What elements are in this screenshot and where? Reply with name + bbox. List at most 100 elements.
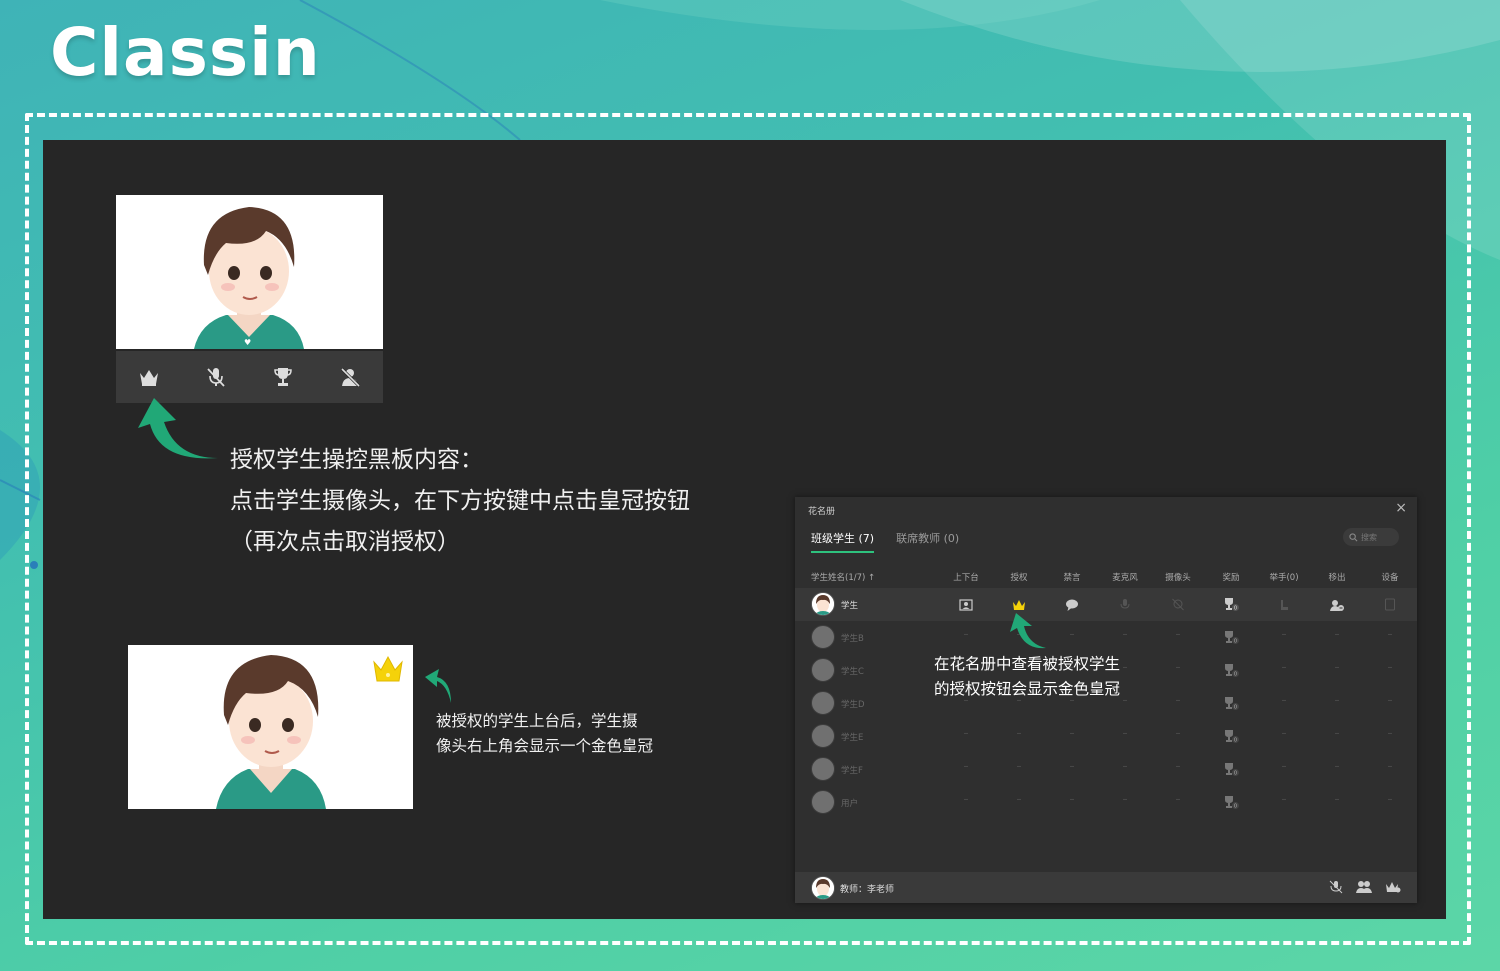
placeholder-dash: – xyxy=(1122,695,1128,706)
placeholder-dash: – xyxy=(1069,728,1075,739)
chat-bubble-icon[interactable] xyxy=(1066,596,1079,615)
footer-actions xyxy=(1329,880,1401,894)
table-row[interactable]: 学生B – – – – – 0 – – – xyxy=(795,621,1417,654)
trophy-icon[interactable]: 0 xyxy=(1223,695,1239,714)
placeholder-dash: – xyxy=(1334,662,1340,673)
reward-count: 0 xyxy=(1234,672,1237,678)
trophy-icon[interactable] xyxy=(270,364,296,390)
reward-count: 0 xyxy=(1234,771,1237,777)
avatar xyxy=(811,625,835,649)
trophy-icon[interactable]: 0 xyxy=(1223,596,1239,615)
instruction-line: 点击学生摄像头，在下方按键中点击皇冠按钮 xyxy=(230,488,690,514)
search-input[interactable]: 搜索 xyxy=(1343,528,1399,546)
camera-off-icon[interactable] xyxy=(1172,596,1185,615)
avatar xyxy=(811,658,835,682)
device-icon[interactable] xyxy=(1385,596,1396,615)
placeholder-dash: – xyxy=(1281,728,1287,739)
reward-count: 0 xyxy=(1234,606,1237,612)
placeholder-dash: – xyxy=(1175,761,1181,772)
col-reward: 奖励 xyxy=(1222,573,1240,583)
placeholder-dash: – xyxy=(1281,662,1287,673)
remove-user-icon[interactable] xyxy=(1330,596,1344,615)
placeholder-dash: – xyxy=(1281,629,1287,640)
gold-crown-icon xyxy=(373,655,403,682)
reward-count: 0 xyxy=(1234,738,1237,744)
trophy-icon[interactable]: 0 xyxy=(1223,728,1239,747)
hint-line: 的授权按钮会显示金色皇冠 xyxy=(934,680,1121,698)
authorized-student-camera-view[interactable] xyxy=(128,645,413,809)
placeholder-dash: – xyxy=(1175,695,1181,706)
instruction-line: （再次点击取消授权） xyxy=(230,529,460,555)
roster-footer: 教师：李老师 xyxy=(795,872,1417,903)
col-camera: 摄像头 xyxy=(1165,573,1191,583)
placeholder-dash: – xyxy=(1387,761,1393,772)
roster-title: 花名册 xyxy=(808,507,836,517)
trophy-icon[interactable]: 0 xyxy=(1223,629,1239,648)
mute-all-icon[interactable] xyxy=(1329,880,1343,894)
placeholder-dash: – xyxy=(1122,728,1128,739)
student-name: 学生C xyxy=(841,667,864,677)
trophy-icon[interactable]: 0 xyxy=(1223,794,1239,813)
student-name: 学生F xyxy=(841,766,863,776)
placeholder-dash: – xyxy=(1387,662,1393,673)
placeholder-dash: – xyxy=(1122,629,1128,640)
trophy-icon[interactable]: 0 xyxy=(1223,662,1239,681)
note-line: 像头右上角会显示一个金色皇冠 xyxy=(436,737,654,755)
placeholder-dash: – xyxy=(1069,629,1075,640)
placeholder-dash: – xyxy=(1175,629,1181,640)
placeholder-dash: – xyxy=(963,728,969,739)
search-icon xyxy=(1349,532,1358,541)
placeholder-dash: – xyxy=(1122,794,1128,805)
instruction-line: 授权学生操控黑板内容： xyxy=(230,447,483,473)
placeholder-dash: – xyxy=(963,629,969,640)
close-icon[interactable]: × xyxy=(1395,500,1407,516)
placeholder-dash: – xyxy=(1334,629,1340,640)
roster-hint: 在花名册中查看被授权学生 的授权按钮会显示金色皇冠 xyxy=(934,652,1120,702)
tab-co-teachers[interactable]: 联席教师 (0) xyxy=(896,530,959,553)
student-name: 学生D xyxy=(841,700,865,710)
table-row[interactable]: 用户 – – – – – 0 – – – xyxy=(795,786,1417,819)
placeholder-dash: – xyxy=(1016,794,1022,805)
student-name: 学生E xyxy=(841,733,864,743)
placeholder-dash: – xyxy=(1175,794,1181,805)
search-placeholder: 搜索 xyxy=(1361,532,1377,542)
svg-text:♥: ♥ xyxy=(244,338,251,347)
stage-toggle-icon[interactable] xyxy=(959,596,973,615)
placeholder-dash: – xyxy=(1334,695,1340,706)
all-students-icon[interactable] xyxy=(1356,880,1372,894)
table-row[interactable]: 学生E – – – – – 0 – – – xyxy=(795,720,1417,753)
placeholder-dash: – xyxy=(1387,728,1393,739)
reward-count: 0 xyxy=(1234,705,1237,711)
placeholder-dash: – xyxy=(1334,761,1340,772)
student-name: 用户 xyxy=(841,799,859,809)
col-name[interactable]: 学生姓名(1/7) ↑ xyxy=(811,571,875,583)
avatar xyxy=(811,790,835,814)
placeholder-dash: – xyxy=(1016,761,1022,772)
placeholder-dash: – xyxy=(1334,728,1340,739)
col-device: 设备 xyxy=(1381,573,1399,583)
trophy-icon[interactable]: 0 xyxy=(1223,761,1239,780)
mic-icon[interactable] xyxy=(1120,596,1130,615)
teacher-name: 教师：李老师 xyxy=(840,885,895,895)
placeholder-dash: – xyxy=(1175,728,1181,739)
crown-display-note: 被授权的学生上台后，学生摄 像头右上角会显示一个金色皇冠 xyxy=(436,709,653,759)
placeholder-dash: – xyxy=(1387,794,1393,805)
crown-icon[interactable] xyxy=(136,364,162,390)
col-mute: 禁言 xyxy=(1063,573,1081,583)
col-kick: 移出 xyxy=(1328,573,1346,583)
table-row[interactable]: 学生 0 xyxy=(795,588,1417,621)
student-name: 学生B xyxy=(841,634,864,644)
avatar xyxy=(811,724,835,748)
crown-all-icon[interactable] xyxy=(1385,880,1401,894)
note-line: 被授权的学生上台后，学生摄 xyxy=(436,712,638,730)
tab-class-students[interactable]: 班级学生 (7) xyxy=(811,530,875,553)
student-camera-view[interactable]: ♥ xyxy=(116,195,383,349)
mic-muted-icon[interactable] xyxy=(203,364,229,390)
placeholder-dash: – xyxy=(1016,728,1022,739)
placeholder-dash: – xyxy=(1281,695,1287,706)
camera-off-person-icon[interactable] xyxy=(337,364,363,390)
table-row[interactable]: 学生F – – – – – 0 – – – xyxy=(795,753,1417,786)
placeholder-dash: – xyxy=(1122,761,1128,772)
placeholder-dash: – xyxy=(1122,662,1128,673)
student-name: 学生 xyxy=(841,601,859,611)
